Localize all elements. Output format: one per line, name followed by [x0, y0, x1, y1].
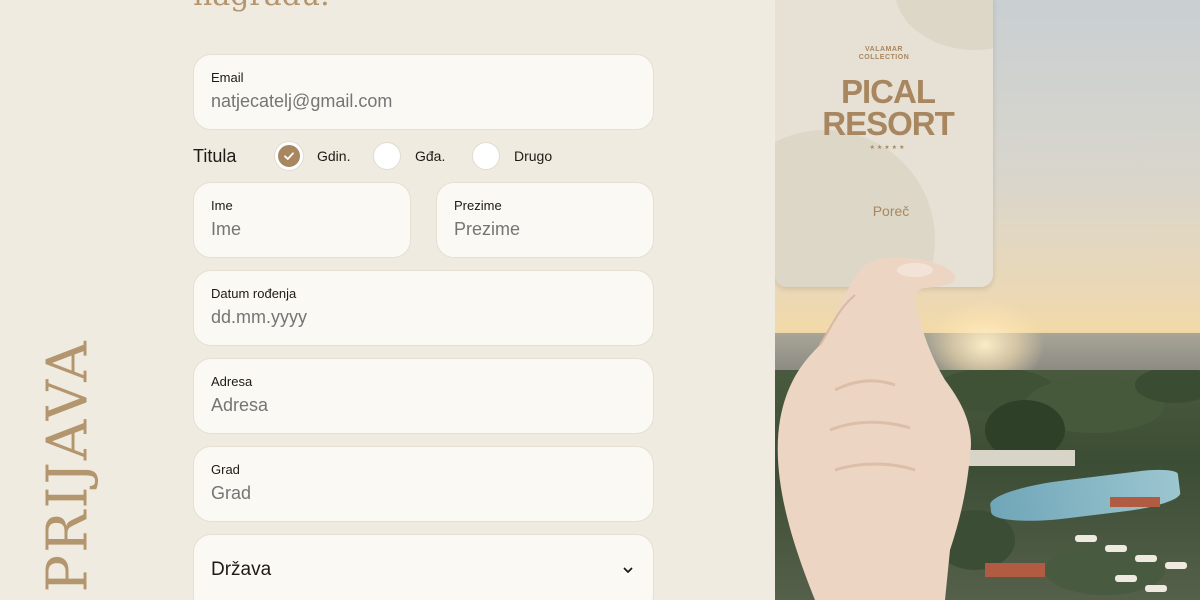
card-resort-name: PICAL RESORT — [775, 73, 993, 142]
email-field[interactable]: Email — [193, 54, 654, 130]
email-input[interactable] — [211, 91, 636, 112]
first-name-label: Ime — [211, 198, 233, 213]
last-name-label: Prezime — [454, 198, 502, 213]
last-name-field[interactable]: Prezime — [436, 182, 654, 258]
title-radio-group: Titula Gdin. Gđa. Drugo — [193, 140, 653, 172]
email-label: Email — [211, 70, 244, 85]
hand-illustration — [777, 257, 971, 600]
radio-label: Gđa. — [415, 148, 446, 164]
page: nagradu. PRIJAVA Email Titula Gdin. Gđa.… — [0, 0, 1200, 600]
birth-date-input[interactable] — [211, 307, 636, 328]
umbrella — [1115, 575, 1137, 582]
card-name-line: RESORT — [822, 105, 955, 142]
hotel-key-card: VALAMAR COLLECTION PICAL RESORT ★★★★★ Po… — [775, 0, 993, 287]
address-field[interactable]: Adresa — [193, 358, 654, 434]
radio-gda[interactable]: Gđa. — [373, 142, 445, 170]
title-label: Titula — [193, 146, 237, 166]
radio-drugo[interactable]: Drugo — [472, 142, 552, 170]
radio-circle — [373, 142, 401, 170]
card-brand-line: COLLECTION — [858, 54, 910, 61]
radio-label: Gdin. — [317, 148, 351, 164]
city-field[interactable]: Grad — [193, 446, 654, 522]
card-brand-line: VALAMAR — [865, 46, 903, 53]
umbrella — [1075, 535, 1097, 542]
radio-label: Drugo — [514, 148, 553, 164]
birth-date-label: Datum rođenja — [211, 286, 297, 301]
address-input[interactable] — [211, 395, 636, 416]
city-input[interactable] — [211, 483, 636, 504]
umbrella — [1165, 562, 1187, 569]
umbrella — [1145, 585, 1167, 592]
address-label: Adresa — [211, 374, 253, 389]
last-name-input[interactable] — [454, 219, 636, 240]
radio-circle — [472, 142, 500, 170]
card-brand: VALAMAR COLLECTION — [775, 46, 993, 62]
side-title: PRIJAVA — [35, 339, 101, 593]
check-icon — [275, 142, 303, 170]
first-name-input[interactable] — [211, 219, 393, 240]
first-name-field[interactable]: Ime — [193, 182, 411, 258]
chevron-down-icon — [623, 567, 633, 573]
country-select-value: Država — [211, 559, 272, 580]
birth-date-field[interactable]: Datum rođenja — [193, 270, 654, 346]
card-name-line: PICAL — [841, 73, 936, 110]
page-heading: nagradu. — [193, 0, 330, 13]
card-city: Poreč — [872, 203, 910, 219]
umbrella — [1105, 545, 1127, 552]
city-label: Grad — [211, 462, 240, 477]
resort-photo: VALAMAR COLLECTION PICAL RESORT ★★★★★ Po… — [775, 0, 1200, 600]
roof — [1110, 497, 1160, 507]
country-select[interactable]: Država — [193, 534, 654, 600]
radio-gdin[interactable]: Gdin. — [275, 142, 350, 170]
card-decoration — [895, 0, 993, 50]
card-stars: ★★★★★ — [869, 145, 907, 151]
umbrella — [1135, 555, 1157, 562]
